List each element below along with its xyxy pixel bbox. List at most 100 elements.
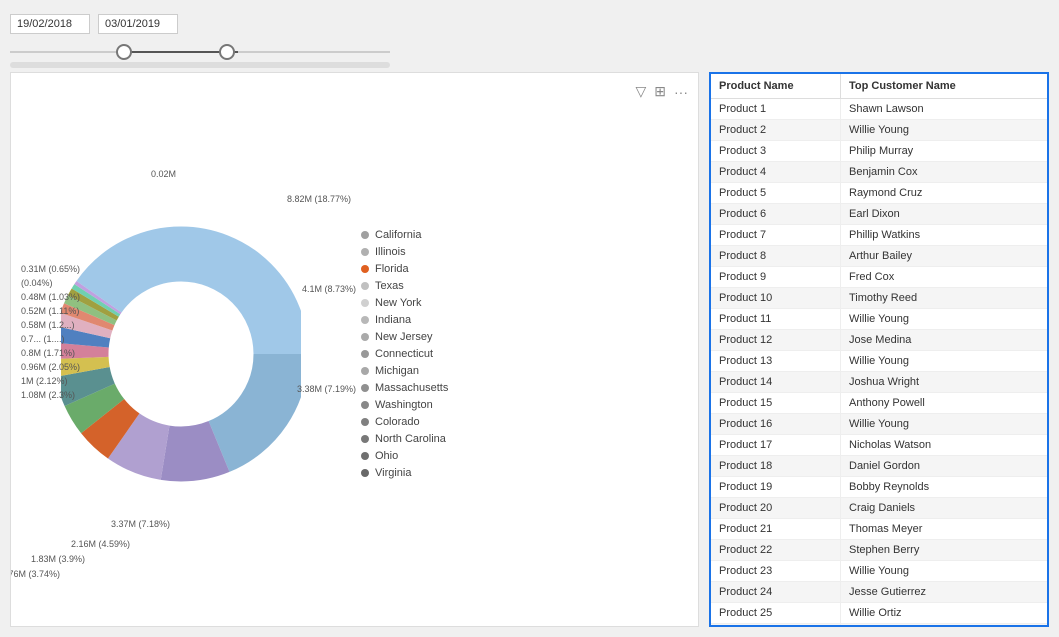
label-08m: 0.8M (1.71%) [21,348,80,358]
table-row[interactable]: Product 9 Fred Cox [711,267,1047,288]
table-row[interactable]: Product 18 Daniel Gordon [711,456,1047,477]
table-row[interactable]: Product 21 Thomas Meyer [711,519,1047,540]
table-row[interactable]: Product 17 Nicholas Watson [711,435,1047,456]
legend-item[interactable]: Colorado [361,416,688,428]
customer-cell: Timothy Reed [841,288,1047,308]
customer-cell: Fred Cox [841,267,1047,287]
product-cell: Product 25 [711,603,841,623]
label-right-top: 8.82M (18.77%) [287,194,351,204]
customer-cell: Willie Young [841,309,1047,329]
table-row[interactable]: Product 20 Craig Daniels [711,498,1047,519]
header-product-name: Product Name [711,74,841,98]
product-cell: Product 26 [711,624,841,625]
date-section [10,10,430,62]
product-cell: Product 21 [711,519,841,539]
chart-body: 0.31M (0.65%) (0.04%) 0.48M (1.03%) 0.52… [21,91,688,616]
table-row[interactable]: Product 4 Benjamin Cox [711,162,1047,183]
customer-cell: Anthony Powell [841,393,1047,413]
table-row[interactable]: Product 23 Willie Young [711,561,1047,582]
filter-icon[interactable]: ▽ [635,83,646,100]
table-row[interactable]: Product 6 Earl Dixon [711,204,1047,225]
more-icon[interactable]: ··· [674,84,688,100]
table-row[interactable]: Product 19 Bobby Reynolds [711,477,1047,498]
legend-item[interactable]: California [361,229,688,241]
table-row[interactable]: Product 2 Willie Young [711,120,1047,141]
legend-dot [361,418,369,426]
slider-thumb-right[interactable] [219,44,235,60]
customer-cell: Joshua Wright [841,372,1047,392]
table-row[interactable]: Product 7 Phillip Watkins [711,225,1047,246]
table-row[interactable]: Product 5 Raymond Cruz [711,183,1047,204]
label-right-mid: 4.1M (8.73%) [302,284,356,294]
legend-area: California Illinois Florida Texas New Yo… [341,223,688,484]
table-row[interactable]: Product 25 Willie Ortiz [711,603,1047,624]
table-row[interactable]: Product 14 Joshua Wright [711,372,1047,393]
donut-chart-area: 0.31M (0.65%) (0.04%) 0.48M (1.03%) 0.52… [21,164,341,544]
legend-item[interactable]: North Carolina [361,433,688,445]
legend-dot [361,384,369,392]
table-body[interactable]: Product 1 Shawn Lawson Product 2 Willie … [711,99,1047,625]
label-bottom-2: 2.16M (4.59%) [71,539,130,549]
customer-cell: Jesse Gutierrez [841,582,1047,602]
customer-cell: James Wood [841,624,1047,625]
legend-item[interactable]: Ohio [361,450,688,462]
product-cell: Product 3 [711,141,841,161]
legend-item[interactable]: Florida [361,263,688,275]
label-bottom-1: 3.37M (7.18%) [111,519,170,529]
legend-label: North Carolina [375,433,446,445]
table-row[interactable]: Product 24 Jesse Gutierrez [711,582,1047,603]
table-row[interactable]: Product 16 Willie Young [711,414,1047,435]
table-header: Product Name Top Customer Name [711,74,1047,99]
label-048m: 0.48M (1.03%) [21,292,80,302]
legend-item[interactable]: New Jersey [361,331,688,343]
label-108m: 1.08M (2.3%) [21,390,80,400]
legend-item[interactable]: Washington [361,399,688,411]
legend-label: Indiana [375,314,411,326]
label-031m: 0.31M (0.65%) [21,264,80,274]
legend-item[interactable]: Connecticut [361,348,688,360]
legend-label: Virginia [375,467,412,479]
legend-item[interactable]: Indiana [361,314,688,326]
label-07m: 0.7... (1....) [21,334,80,344]
end-date-input[interactable] [98,14,178,34]
table-row[interactable]: Product 12 Jose Medina [711,330,1047,351]
customer-cell: Nicholas Watson [841,435,1047,455]
table-icon[interactable]: ⊞ [654,83,666,100]
customer-cell: Willie Young [841,351,1047,371]
label-bottom-4: 1.76M (3.74%) [10,569,60,579]
donut-svg [61,184,301,524]
label-052m: 0.52M (1.11%) [21,306,80,316]
legend-label: Illinois [375,246,406,258]
product-cell: Product 16 [711,414,841,434]
legend-item[interactable]: New York [361,297,688,309]
legend-dot [361,248,369,256]
table-row[interactable]: Product 3 Philip Murray [711,141,1047,162]
product-cell: Product 23 [711,561,841,581]
product-cell: Product 9 [711,267,841,287]
table-row[interactable]: Product 1 Shawn Lawson [711,99,1047,120]
label-bottom-3: 1.83M (3.9%) [31,554,85,564]
table-row[interactable]: Product 11 Willie Young [711,309,1047,330]
table-row[interactable]: Product 13 Willie Young [711,351,1047,372]
legend-dot [361,435,369,443]
product-cell: Product 15 [711,393,841,413]
legend-item[interactable]: Massachusetts [361,382,688,394]
legend-dot [361,452,369,460]
table-row[interactable]: Product 10 Timothy Reed [711,288,1047,309]
start-date-input[interactable] [10,14,90,34]
table-row[interactable]: Product 22 Stephen Berry [711,540,1047,561]
slider-scrollbar[interactable] [10,62,390,68]
table-row[interactable]: Product 26 James Wood [711,624,1047,625]
label-top: 0.02M [151,169,176,179]
legend-item[interactable]: Virginia [361,467,688,479]
legend-item[interactable]: Michigan [361,365,688,377]
product-cell: Product 1 [711,99,841,119]
legend-label: California [375,229,421,241]
legend-item[interactable]: Texas [361,280,688,292]
table-row[interactable]: Product 8 Arthur Bailey [711,246,1047,267]
slider-thumb-left[interactable] [116,44,132,60]
table-row[interactable]: Product 15 Anthony Powell [711,393,1047,414]
legend-item[interactable]: Illinois [361,246,688,258]
date-slider[interactable] [10,42,390,62]
legend-label: New York [375,297,421,309]
